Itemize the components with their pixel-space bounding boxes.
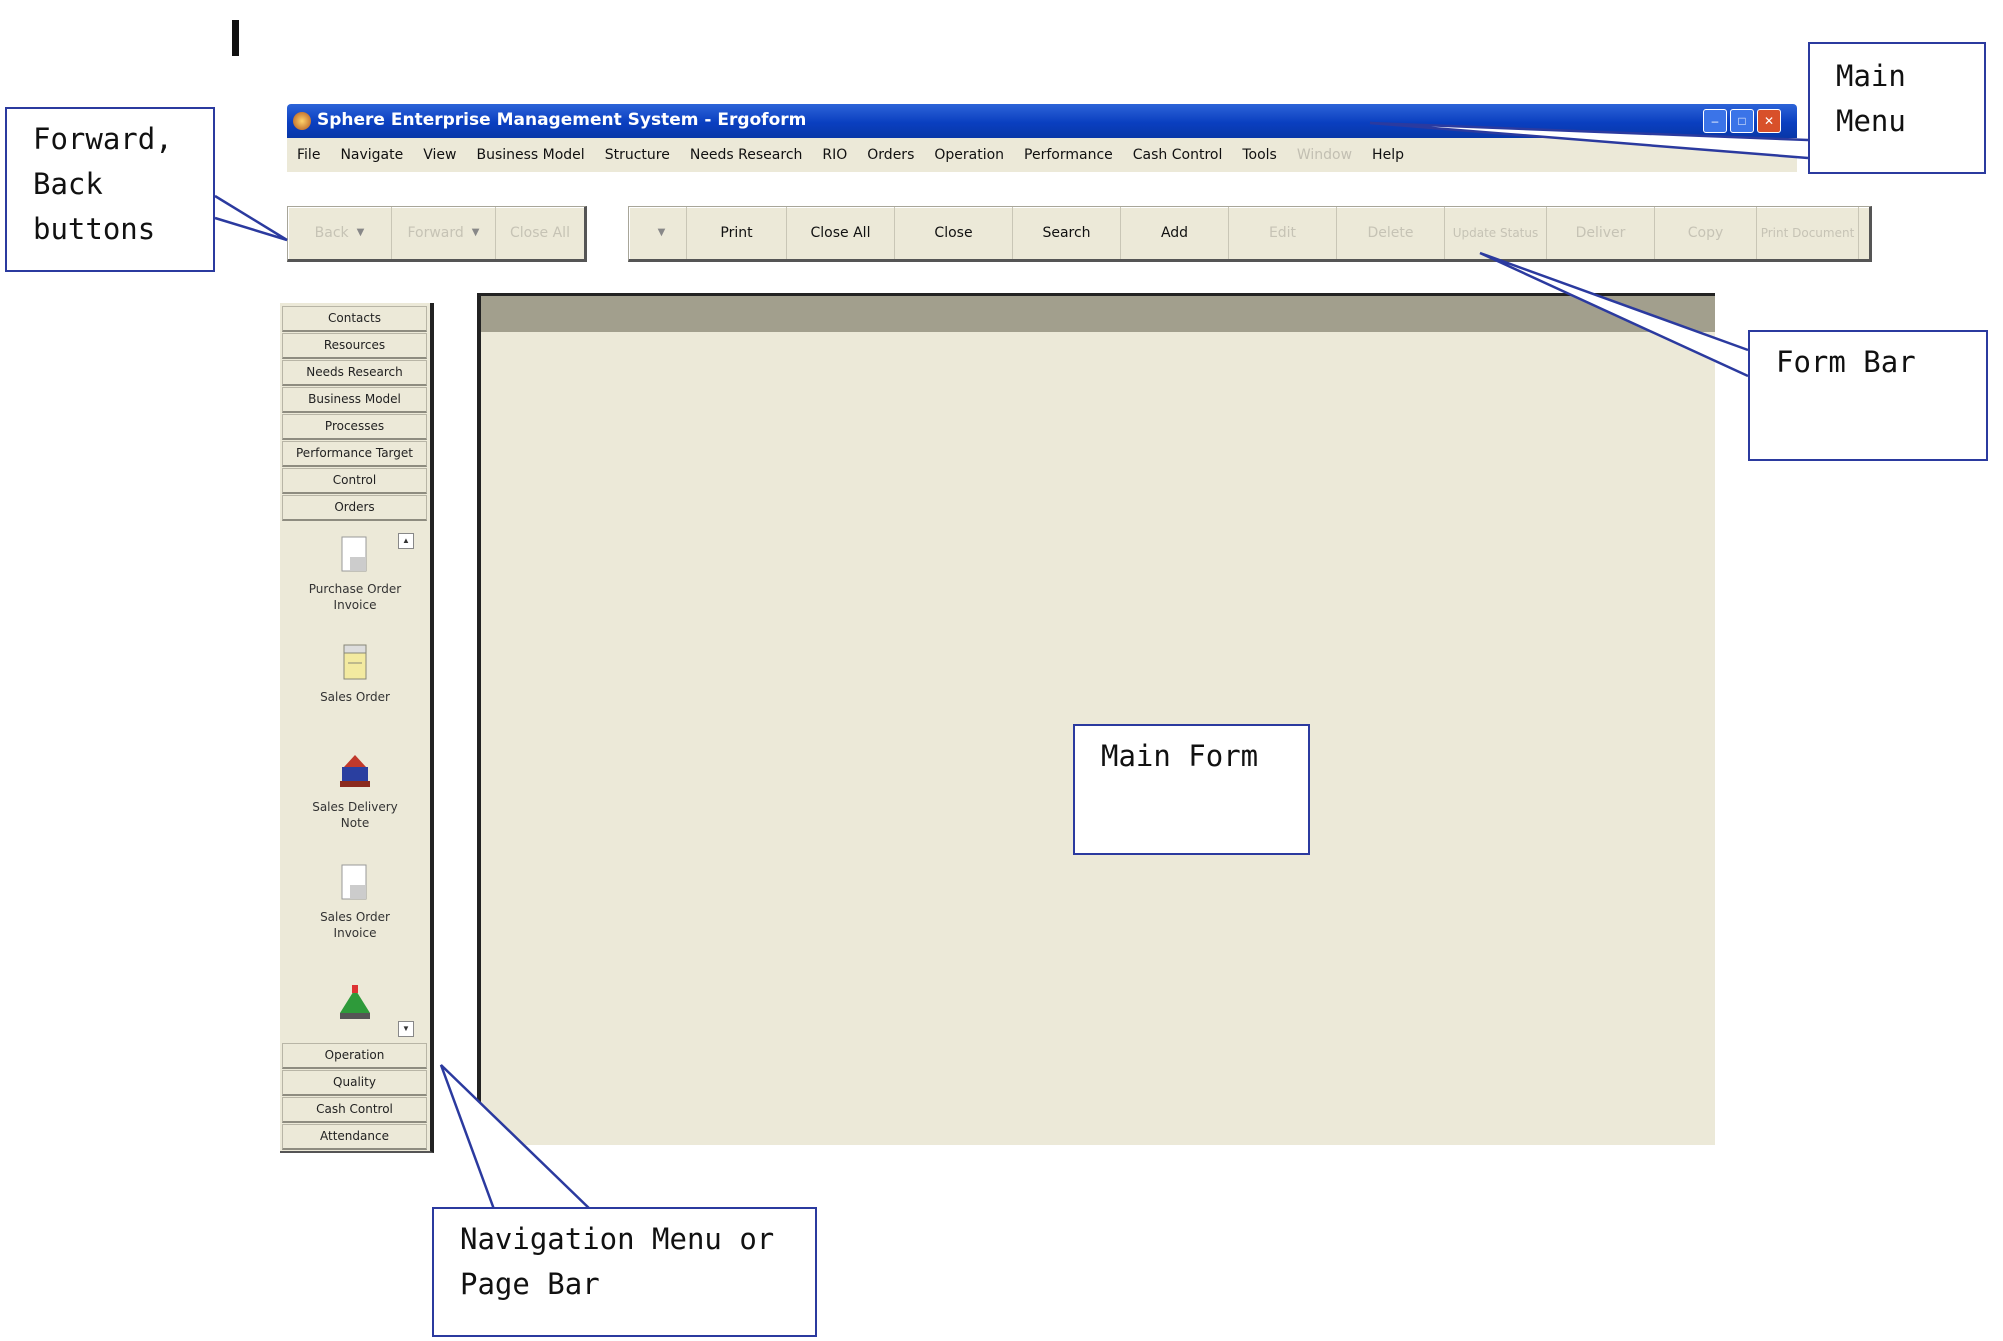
navigation-pointer bbox=[439, 1064, 594, 1213]
callout-navigation: Navigation Menu or Page Bar bbox=[432, 1207, 817, 1337]
callout-main-menu: Main Menu bbox=[1808, 42, 1986, 174]
callout-forward-back-line3: buttons bbox=[33, 212, 156, 246]
callout-main-form: Main Form bbox=[1073, 724, 1310, 855]
callout-form-bar-line1: Form Bar bbox=[1776, 345, 1916, 379]
callout-connectors bbox=[214, 121, 1809, 1213]
callout-forward-back-line1: Forward, bbox=[33, 122, 173, 156]
main-menu-pointer bbox=[1369, 121, 1809, 160]
callout-form-bar: Form Bar bbox=[1748, 330, 1988, 461]
form-bar-pointer bbox=[1479, 251, 1749, 378]
callout-main-menu-line2: Menu bbox=[1836, 104, 1906, 138]
callout-navigation-line1: Navigation Menu or bbox=[460, 1222, 775, 1256]
callout-main-form-line1: Main Form bbox=[1101, 739, 1259, 773]
callout-main-menu-line1: Main bbox=[1836, 59, 1906, 93]
callout-forward-back: Forward, Back buttons bbox=[5, 107, 215, 272]
callout-navigation-line2: Page Bar bbox=[460, 1267, 600, 1301]
callout-forward-back-line2: Back bbox=[33, 167, 103, 201]
forward-back-pointer bbox=[214, 194, 288, 242]
